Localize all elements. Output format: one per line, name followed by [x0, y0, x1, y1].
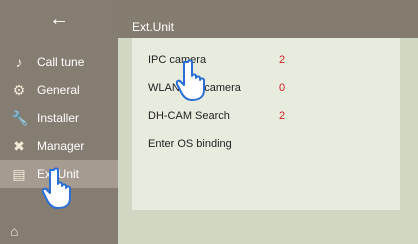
music-note-icon: ♪ — [15, 54, 23, 70]
pointing-hand-icon — [42, 166, 76, 210]
row-value: 0 — [279, 82, 286, 94]
row-value: 2 — [279, 54, 286, 66]
sidebar-item-label: Manager — [37, 139, 85, 153]
sidebar-item-manager[interactable]: ✖ Manager — [0, 132, 118, 160]
settings-panel: IPC camera 2 WLAN IPC camera 0 DH-CAM Se… — [132, 38, 400, 210]
row-value: 2 — [279, 110, 286, 122]
sidebar-item-installer[interactable]: 🔧 Installer — [0, 104, 118, 132]
home-icon: ⌂ — [10, 223, 19, 239]
document-icon: ▤ — [12, 166, 26, 182]
sidebar-item-label: Installer — [37, 111, 80, 125]
row-label: Enter OS binding — [148, 138, 232, 150]
bottom-bar — [118, 230, 418, 244]
home-button[interactable]: ⌂ — [10, 223, 26, 239]
sidebar-item-general[interactable]: ⚙ General — [0, 76, 118, 104]
row-dh-cam-search[interactable]: DH-CAM Search — [148, 110, 230, 126]
wrench-icon: 🔧 — [11, 110, 29, 126]
device-screen: Ext.Unit ← ♪ Call tune ⚙ General 🔧 Insta… — [0, 0, 418, 244]
sidebar-item-call-tune[interactable]: ♪ Call tune — [0, 48, 118, 76]
row-label: DH-CAM Search — [148, 110, 230, 122]
row-enter-os-binding[interactable]: Enter OS binding — [148, 138, 232, 154]
sidebar-item-label: Call tune — [37, 55, 85, 69]
tools-icon: ✖ — [13, 138, 25, 154]
back-arrow-icon: ← — [49, 7, 69, 30]
gear-icon: ⚙ — [12, 82, 26, 98]
back-button[interactable]: ← — [0, 0, 118, 38]
pointing-hand-icon — [176, 58, 210, 102]
sidebar-item-label: General — [37, 83, 80, 97]
page-title: Ext.Unit — [132, 20, 175, 34]
